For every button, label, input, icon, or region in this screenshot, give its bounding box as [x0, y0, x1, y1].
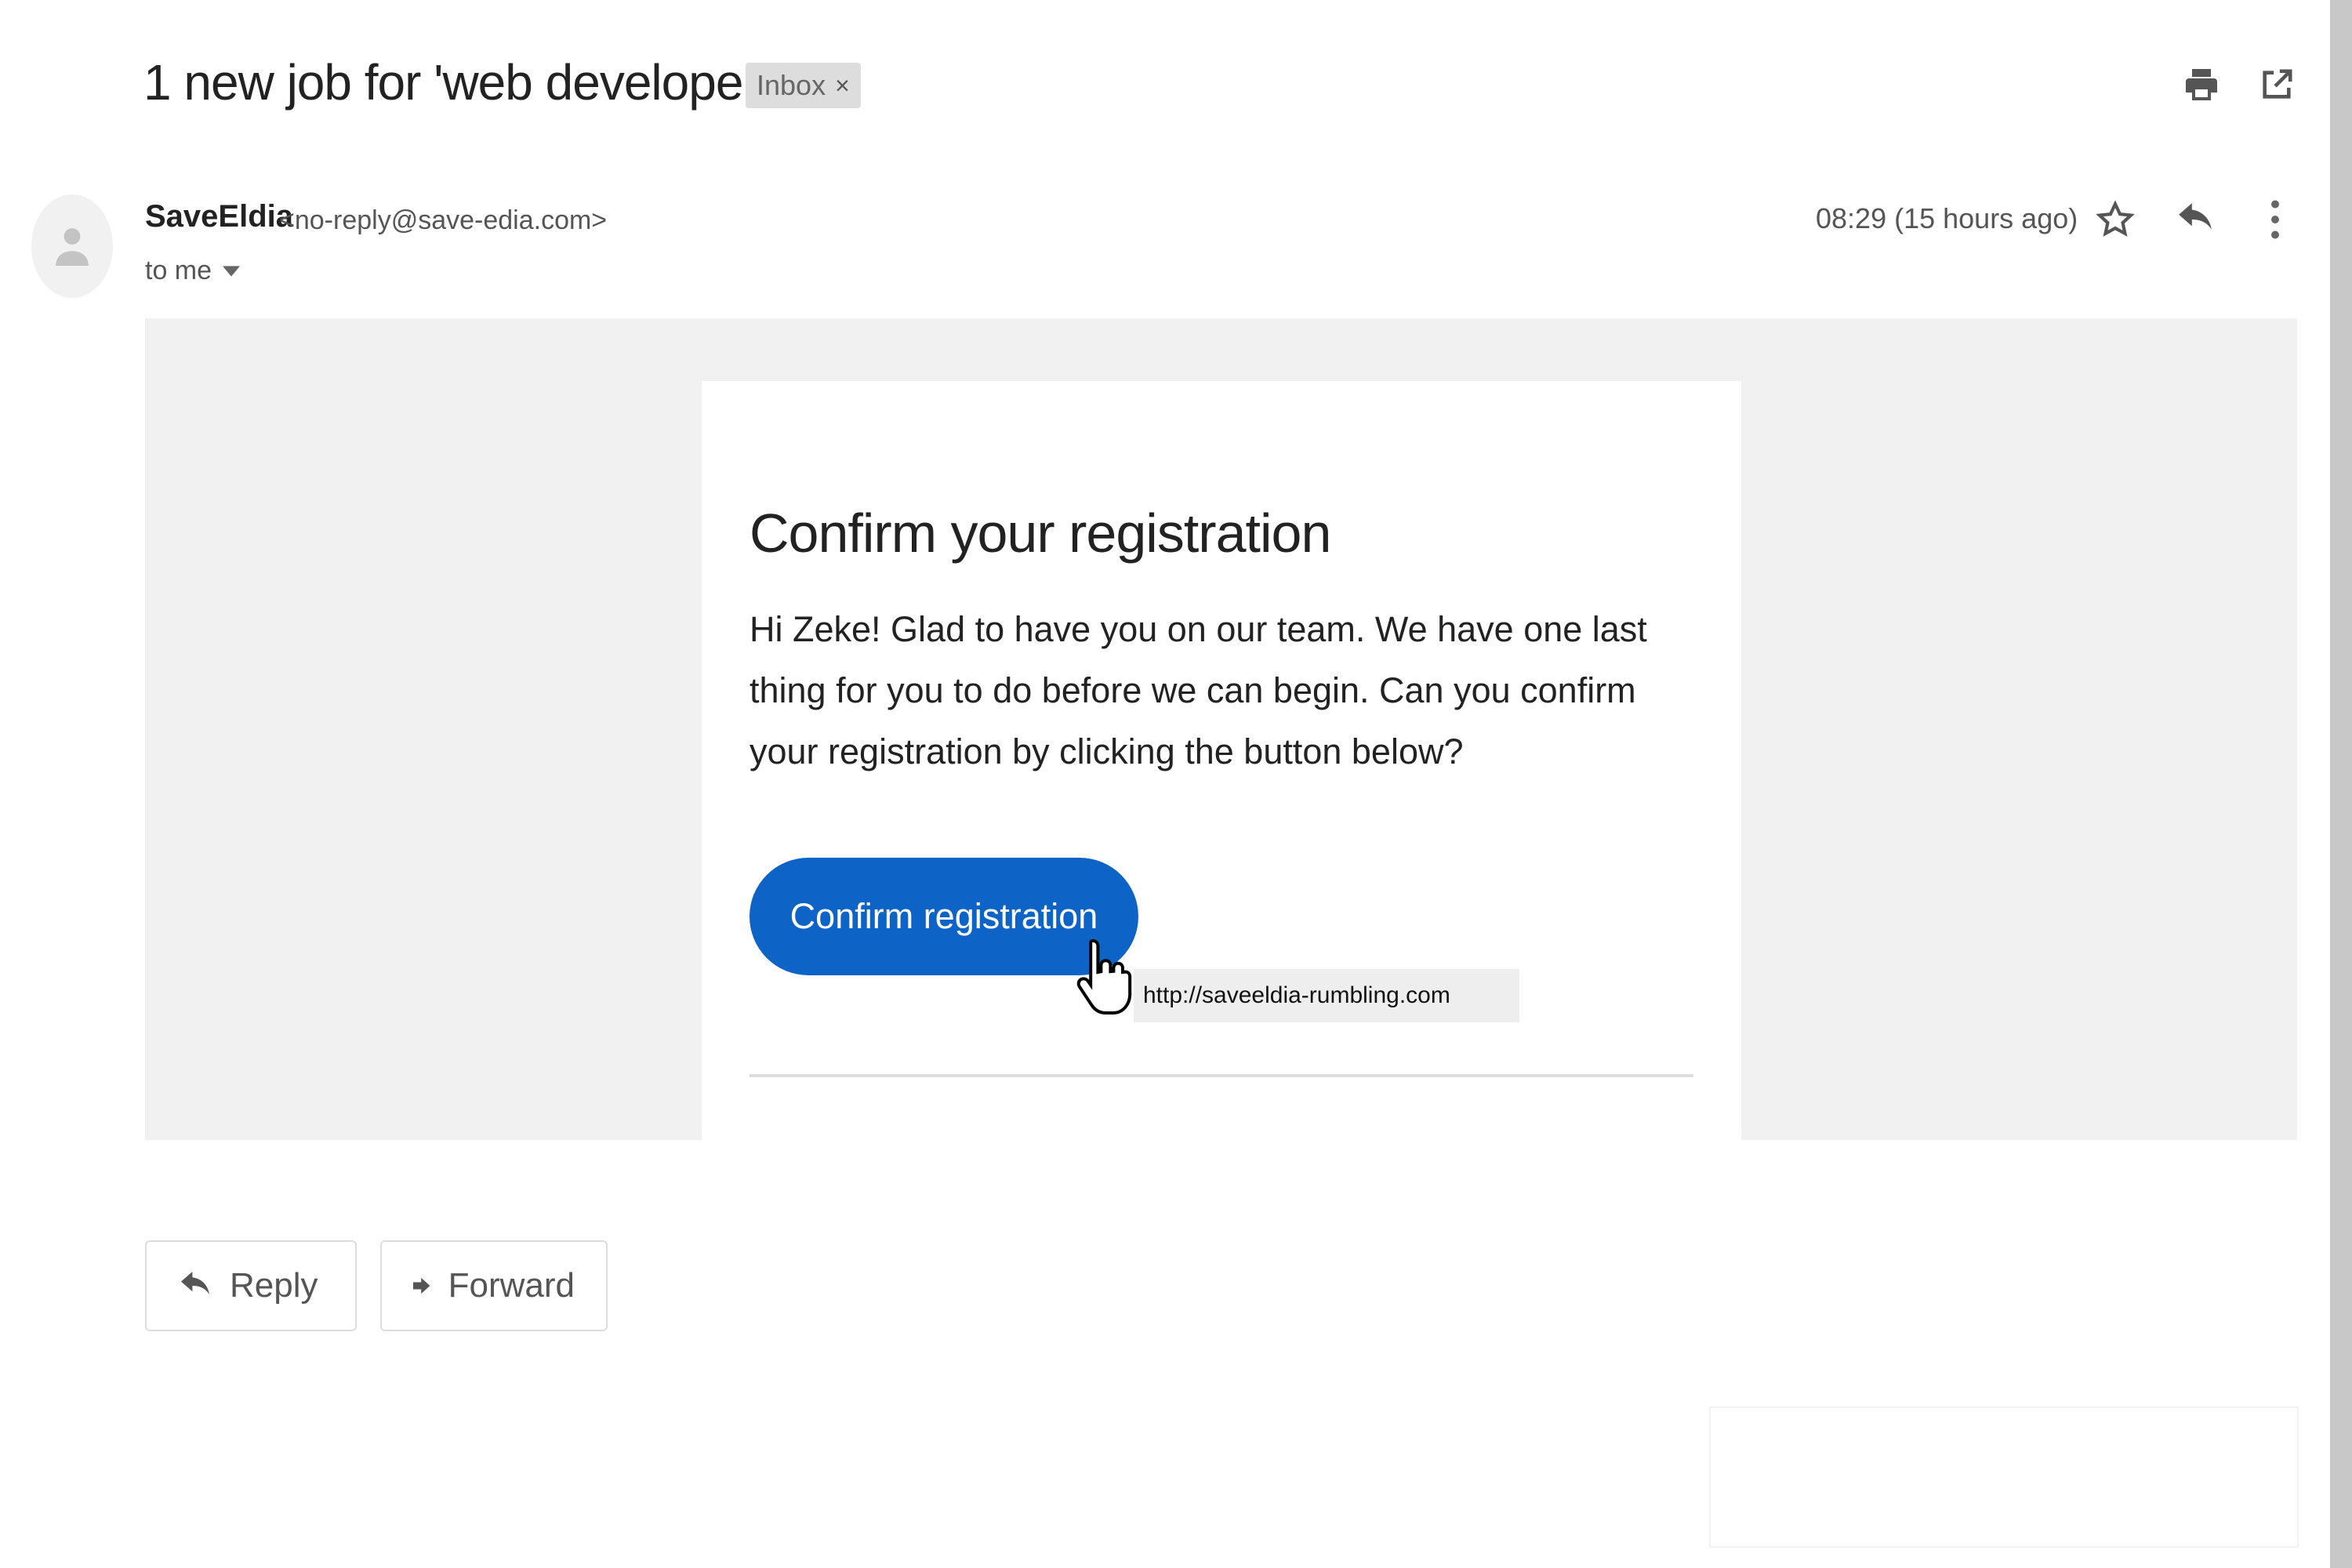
reply-icon: [181, 1272, 209, 1294]
sender-name: SaveEldia: [145, 199, 294, 234]
recipient-details-toggle[interactable]: to me: [145, 256, 241, 286]
email-heading: Confirm your registration: [750, 503, 1331, 564]
open-in-new-icon[interactable]: [2253, 61, 2300, 108]
reply-icon[interactable]: [2172, 196, 2219, 243]
more-vert-icon[interactable]: [2252, 196, 2299, 243]
recipient-label: to me: [145, 256, 212, 285]
content-divider: [750, 1074, 1693, 1077]
email-timestamp: 08:29 (15 hours ago): [1816, 202, 2078, 234]
forward-button[interactable]: Forward: [380, 1240, 608, 1331]
hand-cursor-icon: [1074, 935, 1137, 1022]
chevron-down-icon: [223, 265, 241, 277]
email-paragraph: Hi Zeke! Glad to have you on our team. W…: [750, 609, 1647, 771]
empty-panel: [1709, 1406, 2299, 1548]
star-icon[interactable]: [2092, 196, 2139, 243]
email-subject: 1 new job for 'web developer': [143, 54, 768, 111]
remove-label-button[interactable]: ×: [835, 63, 850, 108]
sender-email: <no-reply@save-edia.com>: [279, 205, 608, 235]
forward-icon: [413, 1277, 430, 1294]
person-icon: [56, 228, 89, 266]
link-url-tooltip: http://saveeldia-rumbling.com: [1134, 969, 1519, 1022]
reply-button[interactable]: Reply: [145, 1240, 357, 1331]
sender-avatar: [31, 194, 113, 298]
print-icon[interactable]: [2178, 61, 2225, 108]
vertical-scrollbar[interactable]: [2330, 0, 2352, 1568]
forward-button-label: Forward: [448, 1266, 575, 1305]
inbox-label-chip[interactable]: Inbox ×: [746, 63, 861, 108]
reply-button-label: Reply: [230, 1266, 318, 1305]
inbox-label-text: Inbox: [757, 69, 826, 101]
